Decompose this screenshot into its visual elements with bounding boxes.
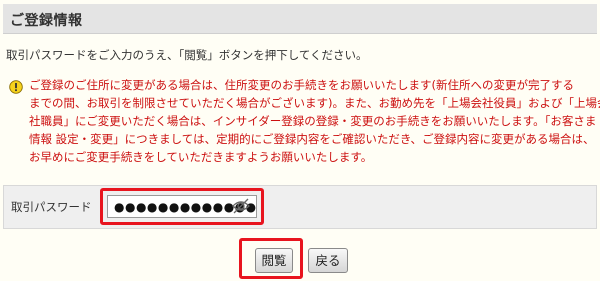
- page-title: ご登録情報: [10, 13, 83, 29]
- notice-line: 社職員」にご変更いただく場合は、インサイダー登録の登録・変更のお手続きをお願いい…: [29, 114, 597, 128]
- eye-slash-icon[interactable]: [231, 196, 251, 216]
- notice-line: ご登録のご住所に変更がある場合は、住所変更のお手続きをお願いいたします(新住所へ…: [29, 78, 574, 92]
- address-change-notice: ご登録のご住所に変更がある場合は、住所変更のお手続きをお願いいたします(新住所へ…: [29, 76, 600, 166]
- password-highlight: [100, 188, 264, 225]
- password-label: 取引パスワード: [11, 200, 92, 214]
- notice-line: 情報 設定・変更」につきましては、定期的にご登録内容をご確認いただき、ご登録内容…: [29, 132, 595, 146]
- notice-line: までの間、お取引を制限させていただく場合がございます)。また、お勤め先を「上場会…: [29, 96, 600, 110]
- back-button[interactable]: 戻る: [308, 248, 348, 273]
- registration-info-page: ご登録情報 取引パスワードをご入力のうえ、「閲覧」ボタンを押下してください。 ご…: [0, 0, 600, 281]
- view-button[interactable]: 閲覧: [255, 248, 293, 273]
- notice-line: お早めにご変更手続きをしていただきますようお願いいたします。: [29, 150, 373, 164]
- password-form-row: 取引パスワード: [3, 185, 597, 229]
- section-header: ご登録情報: [3, 4, 597, 34]
- instruction-text: 取引パスワードをご入力のうえ、「閲覧」ボタンを押下してください。: [6, 48, 368, 62]
- exclamation-icon: [9, 80, 23, 94]
